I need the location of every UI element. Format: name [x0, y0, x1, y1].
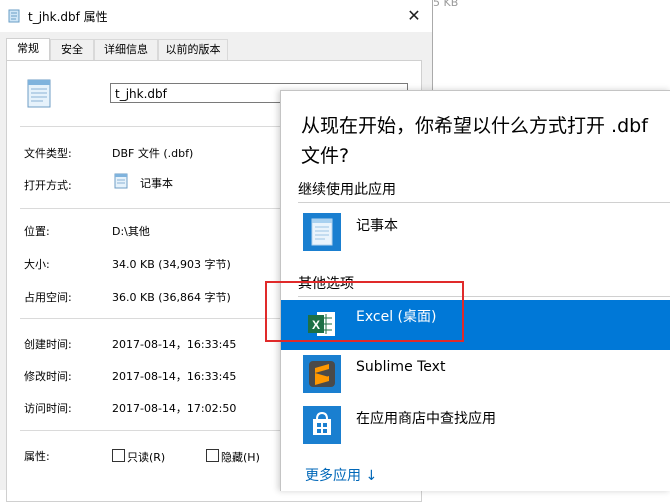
app-row-sublime-text[interactable]: Sublime Text [281, 349, 670, 399]
annotation-highlight-box [265, 281, 464, 342]
app-row-store[interactable]: 在应用商店中查找应用 [281, 400, 670, 450]
file-type-label: 文件类型: [24, 147, 72, 160]
location-value: D:\其他 [112, 225, 150, 238]
hidden-checkbox[interactable] [206, 449, 219, 462]
location-label: 位置: [24, 225, 50, 238]
created-value: 2017-08-14，16:33:45 [112, 338, 237, 351]
size-label: 大小: [24, 258, 50, 271]
created-label: 创建时间: [24, 338, 72, 351]
modified-label: 修改时间: [24, 370, 72, 383]
notepad-file-large-icon [27, 79, 51, 108]
tab-security[interactable]: 安全 [50, 39, 94, 60]
readonly-checkbox[interactable] [112, 449, 125, 462]
divider [298, 202, 670, 203]
sublime-text-icon [303, 355, 341, 393]
more-apps-link[interactable]: 更多应用 ↓ [305, 465, 377, 485]
accessed-label: 访问时间: [24, 402, 72, 415]
notepad-app-icon [303, 213, 341, 251]
app-row-notepad[interactable]: 记事本 [281, 207, 670, 257]
flyout-title: 从现在开始，你希望以什么方式打开 .dbf 文件? [301, 115, 648, 167]
tab-previous-versions[interactable]: 以前的版本 [158, 39, 228, 60]
hidden-label: 隐藏(H) [221, 451, 260, 464]
continue-heading: 继续使用此应用 [298, 182, 396, 198]
size-value: 34.0 KB (34,903 字节) [112, 258, 231, 271]
tab-general[interactable]: 常规 [6, 38, 50, 61]
app-name: Sublime Text [356, 359, 446, 375]
dialog-title: t_jhk.dbf 属性 [28, 10, 108, 24]
app-name: 在应用商店中查找应用 [356, 411, 496, 427]
notepad-file-icon [8, 9, 20, 23]
app-name: 记事本 [356, 218, 398, 234]
file-type-value: DBF 文件 (.dbf) [112, 147, 194, 160]
store-icon [303, 406, 341, 444]
attributes-label: 属性: [24, 450, 50, 463]
tab-details[interactable]: 详细信息 [94, 39, 158, 60]
readonly-label: 只读(R) [127, 451, 166, 464]
disk-size-label: 占用空间: [24, 291, 72, 304]
open-with-value: 记事本 [140, 177, 173, 190]
accessed-value: 2017-08-14，17:02:50 [112, 402, 237, 415]
modified-value: 2017-08-14，16:33:45 [112, 370, 237, 383]
close-button[interactable]: ✕ [396, 0, 432, 32]
background-size-text: 5 KB [433, 0, 459, 9]
notepad-icon [114, 173, 128, 189]
open-with-label: 打开方式: [24, 179, 72, 192]
disk-size-value: 36.0 KB (36,864 字节) [112, 291, 231, 304]
title-bar: t_jhk.dbf 属性 ✕ [0, 0, 432, 32]
